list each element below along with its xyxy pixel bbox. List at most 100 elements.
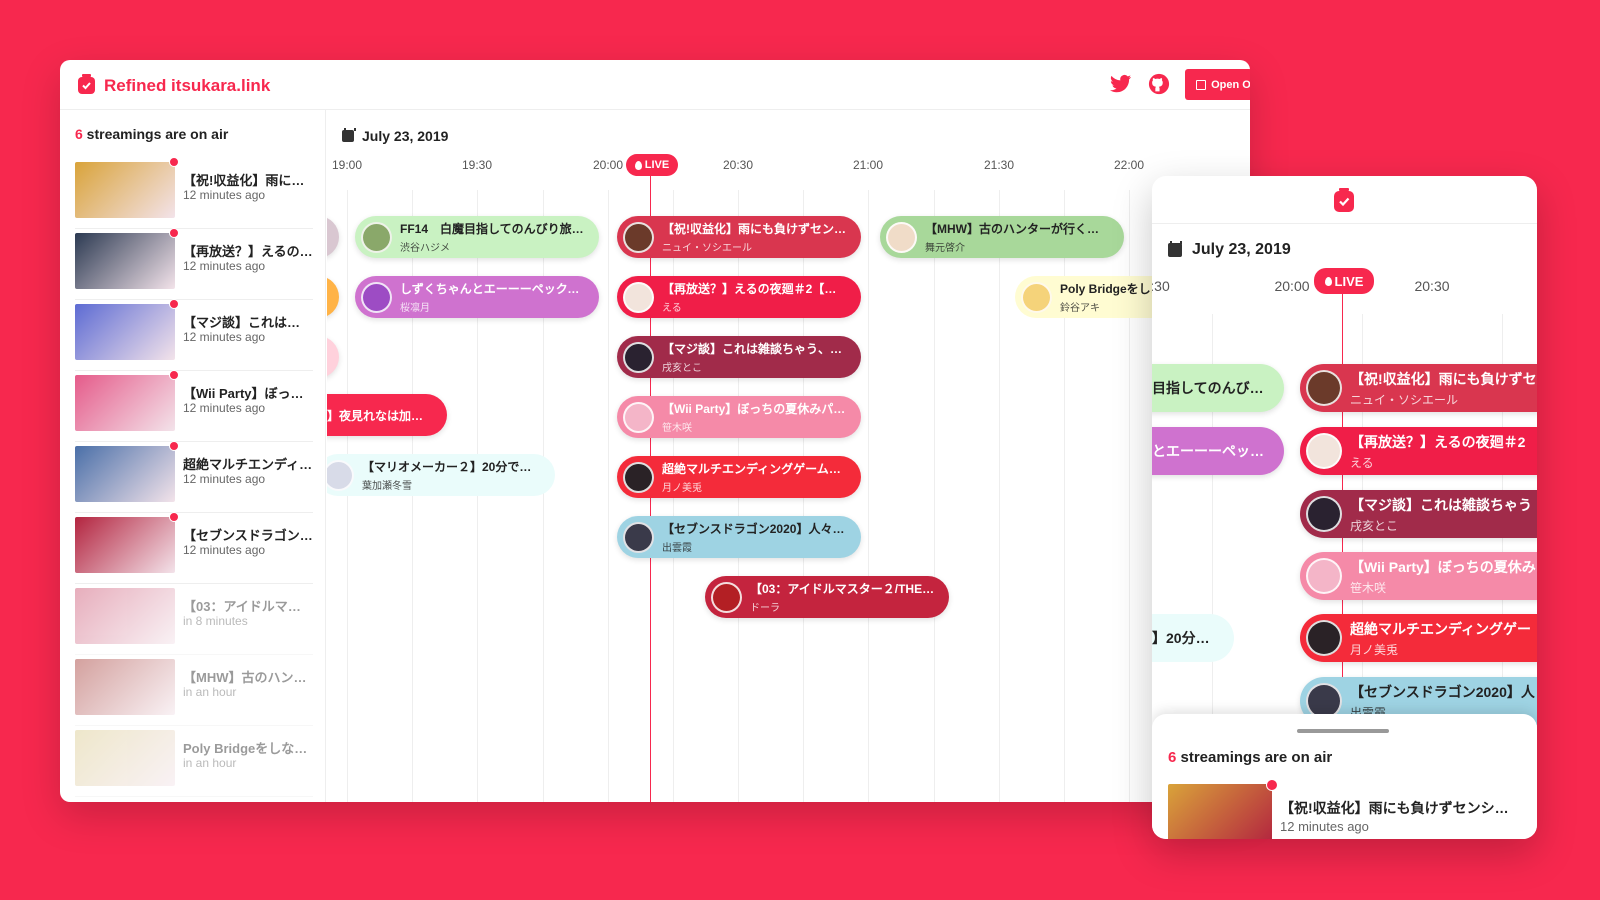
open-original-button[interactable]: Open Original: [1185, 69, 1250, 100]
logo-icon: [78, 74, 95, 94]
pill-name: 桜凛月: [400, 303, 430, 314]
mobile-timeline[interactable]: :30 20:00 20:30 LIVE 目指してのんびり… とエーーーペック……: [1152, 224, 1537, 784]
pill-title: 【祝!収益化】雨にも負けずセ: [1350, 370, 1537, 387]
stream-pill[interactable]: 【セブンスドラゴン2020】人々… 出雲霞: [617, 516, 861, 558]
pill-title: しずくちゃんとエーーーペックス…: [400, 282, 585, 296]
avatar: [1021, 281, 1052, 313]
stream-pill-partial[interactable]: [327, 276, 339, 318]
github-icon[interactable]: [1148, 73, 1170, 95]
live-label: LIVE: [1334, 273, 1364, 289]
stream-pill[interactable]: 【祝!収益化】雨にも負けずセ ニュイ・ソシエール: [1300, 364, 1537, 412]
avatar: [886, 221, 917, 253]
app-header: Refined itsukara.link Open Original: [60, 60, 1250, 110]
list-item[interactable]: Poly Bridgeをしながら in an hour: [75, 726, 313, 797]
stream-time: 12 minutes ago: [183, 472, 266, 486]
stream-thumbnail: [75, 375, 175, 431]
stream-pill-partial[interactable]: [327, 216, 339, 258]
list-item[interactable]: 【セブンスドラゴン2020】人々12 minutes ago: [75, 512, 313, 584]
bottom-sheet[interactable]: 6 streamings are on air 【祝!収益化】雨にも負けずセンシ…: [1152, 714, 1537, 839]
stream-pill[interactable]: 【Wii Party】ぼっちの夏休みパ… 笹木咲: [617, 396, 861, 438]
stream-title: 【セブンスドラゴン2020】人々: [183, 528, 313, 543]
avatar: [361, 221, 392, 253]
avatar: [1306, 433, 1342, 469]
pill-name: える: [1350, 455, 1374, 470]
stream-pill[interactable]: 【再放送？】えるの夜廻＃2 える: [1300, 427, 1537, 475]
time-tick: 20:30: [722, 158, 754, 172]
stream-pill[interactable]: 超絶マルチエンディングゲー 月ノ美兎: [1300, 614, 1537, 662]
timeline-date: July 23, 2019: [342, 128, 448, 144]
live-dot: [169, 157, 179, 167]
pill-name: 舞元啓介: [925, 243, 965, 254]
stream-pill[interactable]: 【マリオメーカー２】20分でクリ… 葉加瀬冬雪: [327, 454, 555, 496]
stream-pill[interactable]: 【祝!収益化】雨にも負けずセン… ニュイ・ソシエール: [617, 216, 861, 258]
stream-pill[interactable]: FF14 白魔目指してのんびり旅… 渋谷ハジメ: [355, 216, 599, 258]
stream-thumbnail: [75, 588, 175, 644]
pill-title: 【マジ談】これは雑談ちゃう: [1350, 496, 1532, 513]
list-item[interactable]: 【マジ談】これは雑談ちゃう12 minutes ago: [75, 299, 313, 371]
stream-pill[interactable]: 目指してのんびり…: [1152, 364, 1284, 412]
list-item[interactable]: 【Wii Party】ぼっちの夏休み12 minutes ago: [75, 370, 313, 442]
stream-title: 【Wii Party】ぼっちの夏休み: [183, 386, 313, 401]
live-dot: [169, 228, 179, 238]
list-item[interactable]: 【再放送？】えるの夜廻＃212 minutes ago: [75, 228, 313, 300]
time-tick: 20:30: [1414, 278, 1450, 294]
stream-pill[interactable]: 【03：アイドルマスター２/THE I… ドーラ: [705, 576, 949, 618]
pill-name: 出雲霞: [662, 543, 692, 554]
stream-pill[interactable]: しずくちゃんとエーーーペックス… 桜凛月: [355, 276, 599, 318]
stream-title: 【03：アイドルマスター２: [183, 599, 313, 614]
open-original-label: Open Original: [1211, 78, 1250, 91]
stream-pill[interactable]: 【MHW】古のハンターが行く！… 舞元啓介: [880, 216, 1124, 258]
stream-pill[interactable]: 【Wii Party】ぼっちの夏休み 笹木咲: [1300, 552, 1537, 600]
pill-title: 超絶マルチエンディングゲー: [1350, 620, 1532, 637]
stream-pill[interactable]: 【マジ談】これは雑談ちゃう 戌亥とこ: [1300, 490, 1537, 538]
list-item[interactable]: 超絶マルチエンディングゲーム12 minutes ago: [75, 441, 313, 513]
stream-pill[interactable]: 超絶マルチエンディングゲーム・… 月ノ美兎: [617, 456, 861, 498]
twitter-icon[interactable]: [1110, 74, 1132, 94]
stream-thumbnail: [75, 162, 175, 218]
grid-line: [868, 190, 869, 802]
desktop-window: Refined itsukara.link Open Original 6 st…: [60, 60, 1250, 802]
list-item[interactable]: 【祝!収益化】雨にも負けずセンシティブにも負けず12 minutes ago: [75, 157, 313, 229]
timeline[interactable]: July 23, 2019 19:00 19:30 20:00 20:30 21…: [327, 110, 1250, 802]
mobile-window: July 23, 2019 :30 20:00 20:30 LIVE 目指しての…: [1152, 176, 1537, 839]
pill-title: 】夜見れなは加…: [327, 408, 424, 423]
stream-pill[interactable]: とエーーーペック…: [1152, 427, 1284, 475]
stream-thumbnail: [75, 730, 175, 786]
pill-title: 【再放送？】えるの夜廻＃2: [1350, 433, 1526, 450]
pill-title: とエーーーペック…: [1152, 443, 1270, 459]
live-count: 6: [75, 126, 83, 142]
grid-line: [999, 190, 1000, 802]
stream-thumbnail: [75, 659, 175, 715]
logo-icon[interactable]: [1334, 188, 1354, 212]
sheet-drag-handle[interactable]: [1297, 729, 1389, 733]
list-item[interactable]: 【祝!収益化】雨にも負けずセンシティブにも負けず 12 minutes ago: [1168, 779, 1528, 839]
stream-thumbnail: [75, 233, 175, 289]
pill-title: 目指してのんびり…: [1152, 380, 1270, 396]
grid-line: [347, 190, 348, 802]
stream-title: 【MHW】古のハンターが行く: [183, 670, 313, 685]
stream-time: 12 minutes ago: [1280, 819, 1369, 834]
pill-title: 】20分で…: [1152, 630, 1220, 646]
stream-pill[interactable]: 】夜見れなは加…: [327, 394, 447, 436]
flame-icon: [1324, 276, 1332, 286]
list-item[interactable]: 【03：アイドルマスター２in 8 minutes: [75, 584, 313, 655]
pill-name: 笹木咲: [1350, 580, 1387, 595]
avatar: [1306, 620, 1342, 656]
stream-pill[interactable]: 【マジ談】これは雑談ちゃう、マ… 戌亥とこ: [617, 336, 861, 378]
time-tick: 21:30: [983, 158, 1015, 172]
avatar: [623, 341, 654, 373]
list-item[interactable]: 【MHW】古のハンターが行くin an hour: [75, 655, 313, 726]
pill-title: 【Wii Party】ぼっちの夏休みパ…: [662, 402, 846, 416]
stream-pill-partial[interactable]: [327, 336, 339, 378]
pill-title: 【マジ談】これは雑談ちゃう、マ…: [662, 342, 847, 356]
stream-pill[interactable]: 】20分で…: [1152, 614, 1234, 662]
stream-title: 超絶マルチエンディングゲーム: [183, 457, 313, 472]
avatar: [1306, 496, 1342, 532]
brand-title[interactable]: Refined itsukara.link: [104, 76, 270, 96]
avatar: [1306, 558, 1342, 594]
stream-title: 【再放送？】えるの夜廻＃2: [183, 244, 313, 259]
stream-title: Poly Bridgeをしながら: [183, 741, 313, 756]
stream-pill[interactable]: 【再放送？】えるの夜廻＃2【ホ… える: [617, 276, 861, 318]
pill-title: 【祝!収益化】雨にも負けずセン…: [662, 222, 846, 236]
stream-time: 12 minutes ago: [183, 401, 266, 415]
